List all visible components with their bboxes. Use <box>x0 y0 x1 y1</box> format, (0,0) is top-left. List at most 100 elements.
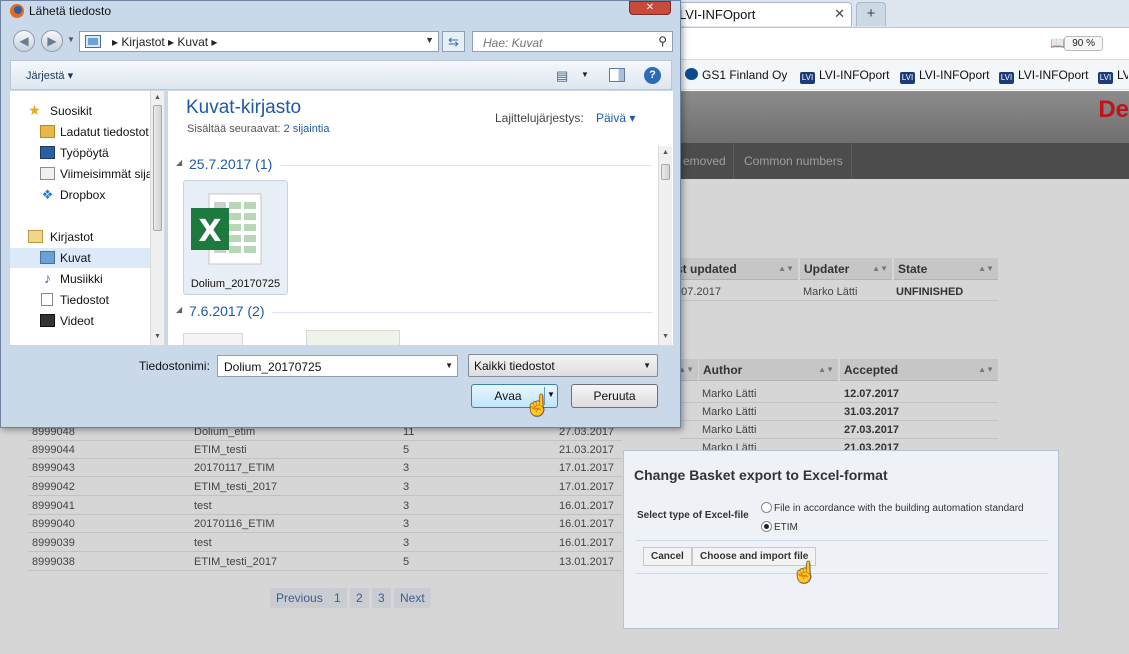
group-header-date[interactable]: 7.6.2017 (2) <box>189 303 265 319</box>
scroll-up-icon[interactable]: ▲ <box>662 149 669 156</box>
library-locations-link[interactable]: 2 sijaintia <box>284 123 330 135</box>
row-divider <box>680 438 998 439</box>
nav-scrollbar[interactable]: ▲ ▼ <box>150 91 164 345</box>
bookmark-label: LVI-INFOport <box>1117 68 1128 82</box>
cell-name[interactable]: test <box>194 500 212 512</box>
column-header-updater[interactable]: Updater ▲▼ <box>800 258 892 280</box>
header-label: st updated <box>676 262 737 276</box>
file-item-selected[interactable]: X Dolium_20170725 <box>183 180 288 295</box>
nav-libraries-header[interactable]: Kirjastot <box>22 227 162 247</box>
search-input[interactable] <box>481 35 651 51</box>
column-header-accepted[interactable]: Accepted ▲▼ <box>840 359 998 381</box>
files-scrollbar[interactable]: ▲ ▼ <box>658 146 672 345</box>
cell-name[interactable]: 20170116_ETIM <box>194 518 275 530</box>
cell-count: 5 <box>403 444 410 456</box>
nav-item-recent[interactable]: Viimeisimmät sijainnit <box>22 164 162 184</box>
reader-view-icon[interactable]: 📖 <box>1050 36 1065 50</box>
radio-label-building-automation[interactable]: File in accordance with the building aut… <box>774 503 1024 514</box>
cell-date: 17.01.2017 <box>559 462 615 474</box>
filename-field[interactable]: ▼ <box>217 355 458 377</box>
radio-building-automation[interactable] <box>761 502 772 513</box>
nav-label: Kuvat <box>60 251 91 265</box>
scroll-thumb[interactable] <box>153 105 162 231</box>
column-header-date[interactable]: ▲▼ <box>678 359 698 381</box>
pager-page-2[interactable]: 2 <box>350 588 369 608</box>
radio-etim[interactable] <box>761 521 772 532</box>
bookmark-lvi-3[interactable]: LVI LVI-INFOport <box>999 68 1088 84</box>
breadcrumb[interactable]: ▸ Kirjastot ▸ Kuvat ▸ <box>112 35 217 49</box>
chevron-down-icon[interactable]: ▼ <box>445 361 453 370</box>
nav-item-removed[interactable]: emoved <box>683 154 726 168</box>
nav-item-music[interactable]: ♪ Musiikki <box>10 269 150 289</box>
organize-menu[interactable]: Järjestä ▾ <box>26 69 73 82</box>
pager-page-1[interactable]: 1 <box>328 588 347 608</box>
group-header-date[interactable]: 25.7.2017 (1) <box>189 156 272 172</box>
scroll-down-icon[interactable]: ▼ <box>662 333 669 340</box>
nav-item-desktop[interactable]: Työpöytä <box>22 143 162 163</box>
chevron-down-icon[interactable]: ▼ <box>425 35 434 45</box>
file-item[interactable] <box>183 333 243 345</box>
cell-name[interactable]: ETIM_testi_2017 <box>194 481 277 493</box>
zoom-level[interactable]: 90 % <box>1064 36 1103 51</box>
forward-arrow-icon[interactable]: ▶ <box>41 30 63 52</box>
desktop-icon <box>40 146 55 159</box>
cell-name[interactable]: 20170117_ETIM <box>194 462 275 474</box>
help-icon[interactable]: ? <box>644 67 661 84</box>
nav-item-videos[interactable]: Videot <box>10 311 150 331</box>
nav-favorites-header[interactable]: ★ Suosikit <box>22 101 162 121</box>
collapse-group-icon[interactable]: ◢ <box>176 305 182 314</box>
bookmark-lvi-4[interactable]: LVI LVI-INFOport <box>1098 68 1128 84</box>
pager-page-3[interactable]: 3 <box>372 588 391 608</box>
close-icon[interactable]: ✕ <box>629 1 671 15</box>
cell-date: 17.01.2017 <box>559 481 615 493</box>
collapse-group-icon[interactable]: ◢ <box>176 158 182 167</box>
pager-next[interactable]: Next <box>394 588 431 608</box>
nav-label: Kirjastot <box>50 230 94 244</box>
nav-item-dropbox[interactable]: ❖ Dropbox <box>22 185 162 205</box>
chevron-down-icon[interactable]: ▼ <box>581 70 589 79</box>
filetype-select[interactable]: Kaikki tiedostot ▼ <box>468 354 658 377</box>
column-header-last-updated[interactable]: st updated ▲▼ <box>672 258 798 280</box>
pager-previous[interactable]: Previous <box>270 588 329 608</box>
modal-cancel-button[interactable]: Cancel <box>643 547 692 566</box>
search-field[interactable]: ⚲ <box>472 31 673 52</box>
back-arrow-icon[interactable]: ◀ <box>13 30 35 52</box>
recent-places-icon <box>40 167 55 180</box>
file-item[interactable] <box>306 330 400 345</box>
cell-name[interactable]: ETIM_testi_2017 <box>194 556 277 568</box>
nav-item-pictures[interactable]: Kuvat <box>10 248 150 268</box>
bookmark-lvi-2[interactable]: LVI LVI-INFOport <box>900 68 989 84</box>
column-header-author[interactable]: Author ▲▼ <box>699 359 838 381</box>
cancel-button[interactable]: Peruuta <box>571 384 658 408</box>
nav-item-documents[interactable]: Tiedostot <box>10 290 150 310</box>
refresh-icon[interactable]: ⇆ <box>442 31 465 52</box>
bookmark-label: GS1 Finland Oy <box>702 68 788 82</box>
group-divider <box>280 165 652 166</box>
bookmark-lvi-1[interactable]: LVI LVI-INFOport <box>800 68 889 84</box>
sort-dropdown[interactable]: Päivä ▾ <box>596 111 635 125</box>
column-header-state[interactable]: State ▲▼ <box>894 258 998 280</box>
scroll-down-icon[interactable]: ▼ <box>154 333 161 340</box>
nav-item-common-numbers[interactable]: Common numbers <box>744 154 843 168</box>
preview-pane-icon[interactable] <box>609 68 625 82</box>
cell-name[interactable]: test <box>194 537 212 549</box>
cell-name[interactable]: ETIM_testi <box>194 444 247 456</box>
chevron-down-icon: ▼ <box>643 361 651 370</box>
nav-item-downloads[interactable]: Ladatut tiedostot <box>22 122 162 142</box>
documents-icon <box>41 293 53 306</box>
new-tab-button[interactable]: + <box>856 2 886 26</box>
search-icon[interactable]: ⚲ <box>658 34 667 48</box>
bookmark-gs1[interactable]: GS1 Finland Oy <box>685 68 787 82</box>
sort-icon: ▲▼ <box>978 264 994 273</box>
breadcrumb-path[interactable]: ▸ Kirjastot ▸ Kuvat ▸ ▼ <box>79 31 439 52</box>
cell-count: 5 <box>403 556 410 568</box>
view-options-icon[interactable]: ▤ <box>556 68 568 84</box>
row-divider <box>28 514 622 515</box>
scroll-thumb[interactable] <box>661 164 670 180</box>
recent-locations-icon[interactable]: ▼ <box>67 35 75 44</box>
excel-file-icon: X <box>191 193 262 265</box>
radio-label-etim[interactable]: ETIM <box>774 522 798 533</box>
close-tab-icon[interactable]: ✕ <box>834 6 845 22</box>
scroll-up-icon[interactable]: ▲ <box>154 94 161 101</box>
filename-input[interactable] <box>222 359 432 375</box>
